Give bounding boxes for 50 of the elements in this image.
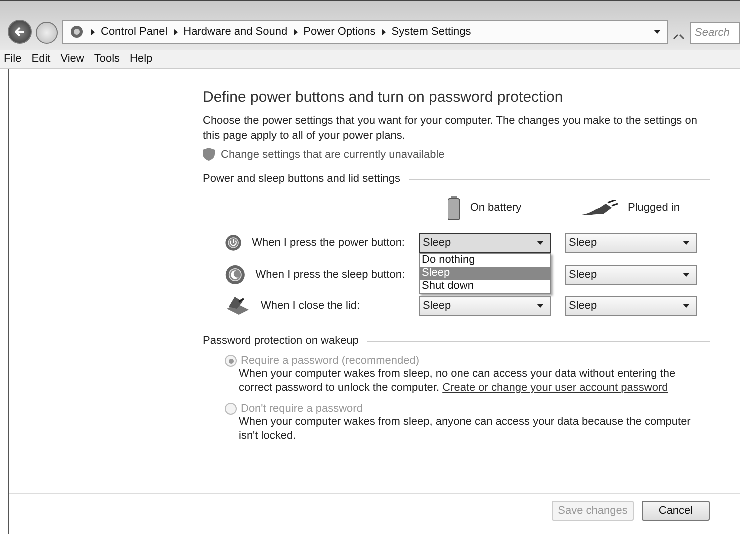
caret-icon: [654, 30, 661, 34]
action-dropdown[interactable]: Sleep: [419, 233, 551, 253]
breadcrumb-item[interactable]: Control Panel: [101, 26, 168, 38]
change-settings-link[interactable]: Change settings that are currently unavailable: [221, 148, 445, 160]
caret-icon: [683, 304, 690, 308]
setting-label: When I press the power button:: [252, 237, 405, 249]
intro-text: Choose the power settings that you want for your computer. The changes you make to the settings on this page apply to all of your power plans.: [203, 114, 698, 144]
menu-item[interactable]: View: [60, 53, 84, 65]
action-dropdown[interactable]: Sleep: [419, 296, 551, 316]
back-button[interactable]: [8, 20, 32, 44]
setting-label: When I press the sleep button:: [256, 269, 405, 281]
chevron-icon: [91, 28, 95, 36]
footer-button[interactable]: Cancel: [642, 501, 710, 521]
breadcrumb-item[interactable]: Power Options: [304, 26, 376, 38]
setting-label: When I close the lid:: [261, 300, 360, 312]
plug-icon: [582, 200, 618, 216]
breadcrumb-item[interactable]: System Settings: [392, 26, 472, 38]
section-title: Power and sleep buttons and lid settings: [203, 173, 401, 185]
caret-icon: [683, 273, 690, 277]
shield-icon: [203, 148, 215, 161]
caret-icon: [537, 241, 544, 245]
option-description: When your computer wakes from sleep, no one can access your data without entering the correct password to unlock the computer. Create or change your user account password: [239, 367, 677, 395]
chevron-icon: [382, 28, 386, 36]
option-description: When your computer wakes from sleep, anyone can access your data because the computer isn't locked.: [239, 415, 692, 443]
action-dropdown[interactable]: Sleep: [565, 265, 697, 285]
action-dropdown[interactable]: Sleep: [565, 296, 697, 316]
dropdown-option[interactable]: Sleep: [420, 267, 550, 280]
moon-icon: [225, 263, 246, 287]
section-title: Password protection on wakeup: [203, 335, 359, 347]
menu-item[interactable]: Tools: [94, 53, 120, 65]
column-header: Plugged in: [628, 202, 680, 214]
dropdown-option[interactable]: Shut down: [420, 280, 550, 293]
action-dropdown[interactable]: Sleep: [565, 233, 697, 253]
arrow-left-icon: [15, 27, 25, 37]
column-header: On battery: [470, 202, 522, 214]
chevron-icon: [174, 28, 178, 36]
menu-item[interactable]: Edit: [32, 53, 51, 65]
address-bar[interactable]: Control Panel Hardware and Sound Power Options System Settings: [62, 20, 668, 44]
menu-item[interactable]: Help: [130, 53, 153, 65]
forward-button[interactable]: [36, 22, 58, 44]
page-heading: Define power buttons and turn on password protection: [203, 89, 564, 106]
menu-item[interactable]: File: [4, 53, 22, 65]
search-field[interactable]: Search: [690, 22, 740, 44]
caret-icon: [683, 241, 690, 245]
chevron-icon: [294, 28, 298, 36]
laptop-icon: [225, 295, 251, 317]
caret-icon: [537, 304, 544, 308]
breadcrumb-item[interactable]: Hardware and Sound: [184, 26, 288, 38]
dropdown-option[interactable]: Do nothing: [420, 254, 550, 267]
battery-icon: [448, 196, 460, 220]
